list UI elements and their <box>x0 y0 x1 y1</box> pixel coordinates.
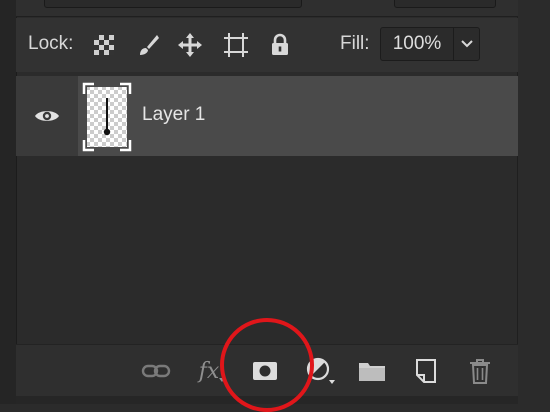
visibility-toggle[interactable] <box>16 76 78 156</box>
lock-row: Lock: Fill: 100% <box>16 18 518 72</box>
scrollbar-track[interactable] <box>517 0 550 404</box>
left-panel-edge <box>0 0 17 404</box>
lock-image-pixels-icon[interactable] <box>135 32 161 58</box>
opacity-field[interactable] <box>394 0 496 8</box>
fx-label: fx <box>198 358 220 384</box>
link-layers-icon[interactable] <box>140 355 172 387</box>
eye-icon <box>35 111 59 121</box>
highlight-circle <box>220 318 314 412</box>
delete-layer-icon[interactable] <box>464 355 496 387</box>
fill-dropdown[interactable]: 100% <box>380 27 480 61</box>
new-layer-icon[interactable] <box>410 355 442 387</box>
new-group-icon[interactable] <box>356 355 388 387</box>
lock-transparent-pixels-icon[interactable] <box>91 32 117 58</box>
lock-all-icon[interactable] <box>267 32 293 58</box>
layer-name[interactable]: Layer 1 <box>142 104 205 126</box>
layer-thumbnail[interactable] <box>82 82 132 152</box>
lock-artboard-icon[interactable] <box>223 32 249 58</box>
layers-filter-row <box>16 0 518 17</box>
lock-position-icon[interactable] <box>177 32 203 58</box>
fill-value[interactable]: 100% <box>381 28 454 60</box>
layer-filter-field[interactable] <box>44 0 302 8</box>
fill-label: Fill: <box>340 33 370 54</box>
lock-label: Lock: <box>28 33 74 54</box>
chevron-down-icon[interactable] <box>454 28 479 60</box>
layer-row[interactable]: Layer 1 <box>16 76 518 156</box>
